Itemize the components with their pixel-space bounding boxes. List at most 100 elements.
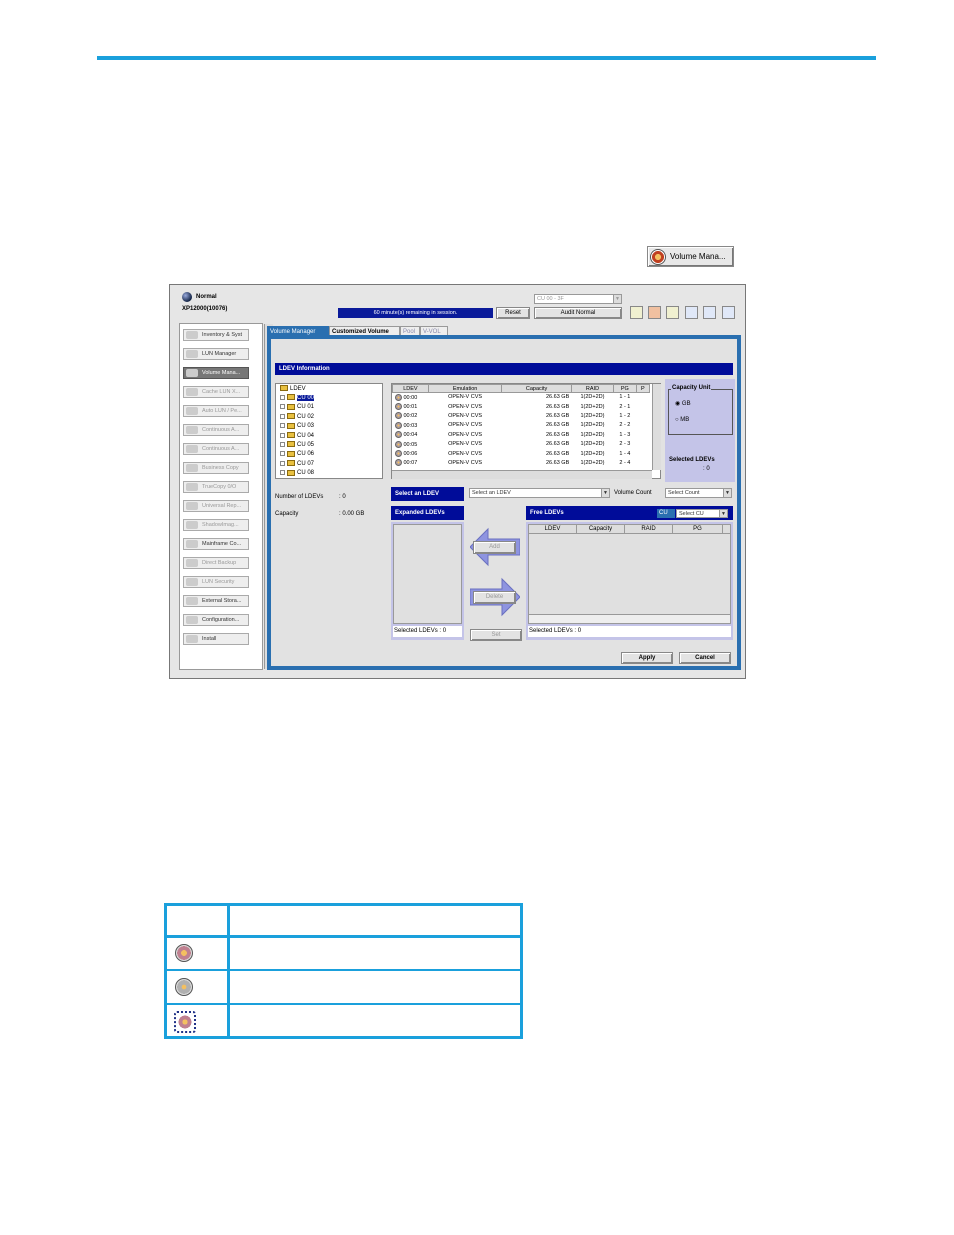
audit-button[interactable]: Audit Normal [534, 307, 622, 319]
sidebar: Inventory & Syst LUN Manager Volume Mana..… [179, 323, 273, 670]
expand-icon[interactable] [280, 441, 285, 447]
tree-item[interactable]: CU 05 [280, 441, 314, 450]
sidebar-item[interactable]: Install [183, 633, 249, 645]
toolbar-icon-4[interactable] [685, 306, 698, 319]
tree-item[interactable]: CU 06 [280, 450, 314, 459]
ldev-tree[interactable]: LDEV CU 00 CU 01 CU 02 CU 03 CU 04 CU 05 CU 06… [275, 383, 383, 479]
table-cell: 2 - 1 [614, 402, 636, 411]
table-cell: OPEN-V CVS [428, 449, 502, 458]
cache-lun-icon [186, 388, 198, 396]
main-panel: LDEV Information LDEV CU 00 CU 01 CU 02 CU … [267, 335, 741, 670]
reset-button[interactable]: Reset [496, 307, 530, 319]
radio-mb[interactable]: ○ MB [675, 417, 689, 423]
expand-icon[interactable] [280, 460, 285, 466]
column-header[interactable]: Capacity [577, 525, 625, 534]
cell-text: 00:06 [403, 450, 418, 457]
tree-item[interactable]: CU 01 [280, 403, 314, 412]
table-cell [636, 402, 649, 411]
sidebar-item[interactable]: Mainframe Co... [183, 538, 249, 550]
cell-text: 2 - 1 [619, 403, 631, 410]
sidebar-item[interactable]: ShadowImag... [183, 519, 249, 531]
expand-icon[interactable] [280, 404, 285, 410]
table-row[interactable]: 00:06 OPEN-V CVS 26.63 GB 1(2D+2D) 1 - 4 [393, 449, 650, 458]
exit-icon[interactable] [722, 306, 735, 319]
tree-item[interactable]: CU 00 [280, 394, 315, 403]
toolbar-icon-1[interactable] [630, 306, 643, 319]
tree-item[interactable]: CU 07 [280, 460, 314, 469]
column-header[interactable]: P [635, 384, 651, 393]
expand-icon[interactable] [280, 470, 285, 476]
table-vscrollbar[interactable] [652, 384, 661, 470]
cell-text: OPEN-V CVS [448, 394, 483, 401]
tree-item[interactable]: CU 08 [280, 469, 314, 478]
expand-icon[interactable] [280, 413, 285, 419]
sidebar-item[interactable]: TrueCopy 0/O [183, 481, 249, 493]
expand-icon[interactable] [280, 432, 285, 438]
sidebar-item[interactable]: LUN Security [183, 576, 249, 588]
free-table-hscrollbar[interactable] [529, 614, 730, 623]
add-button[interactable]: Add [473, 541, 516, 554]
pencil-icon[interactable] [666, 306, 679, 319]
expand-icon[interactable] [280, 394, 285, 400]
table-row[interactable]: 00:04 OPEN-V CVS 26.63 GB 1(2D+2D) 1 - 3 [393, 430, 650, 439]
tree-item[interactable]: CU 04 [280, 432, 314, 441]
expanded-ldevs-list[interactable] [393, 524, 462, 624]
table-row[interactable]: 00:02 OPEN-V CVS 26.63 GB 1(2D+2D) 1 - 2 [393, 411, 650, 420]
delete-button[interactable]: Delete [473, 591, 516, 604]
expand-icon[interactable] [280, 423, 285, 429]
expand-icon[interactable] [280, 451, 285, 457]
radio-gb[interactable]: ◉ GB [675, 400, 691, 407]
table-row[interactable]: 00:07 OPEN-V CVS 26.63 GB 1(2D+2D) 2 - 4 [393, 458, 650, 467]
folder-icon [280, 385, 288, 392]
mainframe-icon [186, 540, 198, 548]
sidebar-item[interactable]: Universal Rep... [183, 500, 249, 512]
cu-range-select[interactable]: CU 00 - 3F ▼ [534, 294, 622, 304]
table-row[interactable]: 00:03 OPEN-V CVS 26.63 GB 1(2D+2D) 2 - 2 [393, 421, 650, 430]
select-ldev-value: Select an LDEV [472, 490, 511, 496]
table-row[interactable]: 00:05 OPEN-V CVS 26.63 GB 1(2D+2D) 2 - 3 [393, 439, 650, 448]
volume-manager-button[interactable]: Volume Mana... [647, 246, 734, 267]
sidebar-item[interactable]: Direct Backup [183, 557, 249, 569]
column-header[interactable]: PG [673, 525, 723, 534]
cell-text: 1(2D+2D) [580, 431, 605, 438]
column-header[interactable]: LDEV [529, 525, 577, 534]
sidebar-item[interactable]: Volume Mana... [183, 367, 249, 379]
sidebar-item[interactable]: LUN Manager [183, 348, 249, 360]
table-cell: 00:06 [393, 449, 429, 458]
free-ldevs-table[interactable]: LDEV Capacity RAID PG [528, 524, 731, 624]
table-row[interactable]: 00:00 OPEN-V CVS 26.63 GB 1(2D+2D) 1 - 1 [393, 393, 650, 402]
sidebar-item[interactable]: Continuous A... [183, 443, 249, 455]
tree-item[interactable]: CU 02 [280, 413, 314, 422]
table-cell: 26.63 GB [502, 411, 571, 420]
sidebar-item[interactable]: Continuous A... [183, 424, 249, 436]
cancel-button[interactable]: Cancel [679, 652, 731, 664]
toolbar-icon-2[interactable] [648, 306, 661, 319]
sidebar-item[interactable]: Cache LUN X... [183, 386, 249, 398]
tree-root[interactable]: LDEV [280, 385, 306, 394]
sidebar-item[interactable]: Auto LUN / Pe... [183, 405, 249, 417]
table-cell: 00:02 [393, 411, 429, 420]
set-button[interactable]: Set [470, 629, 522, 641]
num-ldevs-label: Number of LDEVs [275, 494, 324, 500]
column-header[interactable]: Emulation [427, 384, 503, 393]
select-cu-dropdown[interactable]: Select CU ▼ [676, 509, 728, 518]
column-header[interactable]: RAID [570, 384, 615, 393]
chevron-down-icon: ▼ [613, 295, 621, 303]
sidebar-item[interactable]: Configuration... [183, 614, 249, 626]
column-header[interactable]: PG [613, 384, 637, 393]
table-cell: OPEN-V CVS [428, 430, 502, 439]
sidebar-item[interactable]: Inventory & Syst [183, 329, 249, 341]
table-cell: 2 - 2 [614, 421, 636, 430]
toolbar-icon-5[interactable] [703, 306, 716, 319]
table-hscrollbar[interactable] [392, 470, 652, 479]
select-ldev-dropdown[interactable]: Select an LDEV ▼ [469, 488, 610, 498]
tree-item[interactable]: CU 03 [280, 422, 314, 431]
table-row[interactable]: 00:01 OPEN-V CVS 26.63 GB 1(2D+2D) 2 - 1 [393, 402, 650, 411]
apply-button[interactable]: Apply [621, 652, 673, 664]
volume-count-dropdown[interactable]: Select Count ▼ [665, 488, 732, 498]
sidebar-item[interactable]: External Stora... [183, 595, 249, 607]
column-header[interactable]: RAID [625, 525, 673, 534]
column-header[interactable]: LDEV [392, 384, 429, 393]
sidebar-item[interactable]: Business Copy [183, 462, 249, 474]
column-header[interactable]: Capacity [501, 384, 572, 393]
